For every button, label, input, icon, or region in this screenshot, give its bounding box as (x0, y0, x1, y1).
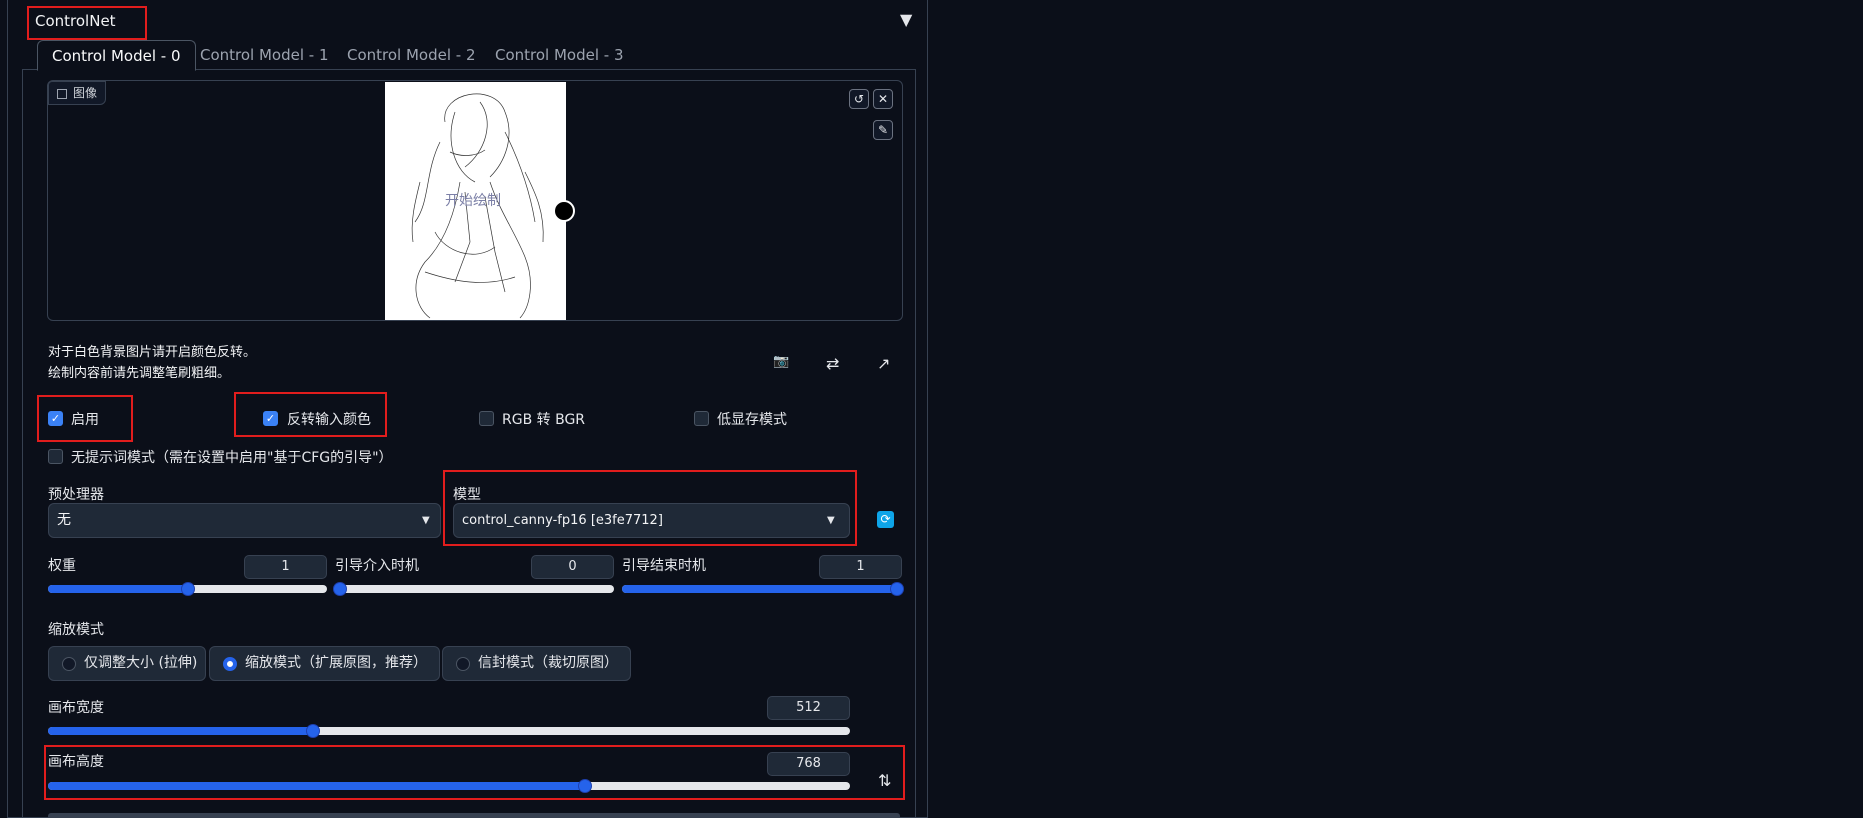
radio-dot-selected (223, 657, 237, 671)
preprocessor-label: 预处理器 (48, 487, 104, 503)
resize-handle[interactable] (553, 200, 575, 222)
guess-mode-label: 无提示词模式（需在设置中启用"基于CFG的引导"） (71, 450, 393, 466)
canvas-height-label: 画布高度 (48, 754, 104, 770)
invert-label: 反转输入颜色 (287, 412, 371, 428)
brush-button[interactable]: ✎ (873, 120, 893, 140)
enable-label: 启用 (71, 412, 99, 428)
enable-checkbox[interactable]: ✓ (48, 411, 63, 426)
guidance-end-input[interactable]: 1 (819, 555, 902, 579)
image-icon (57, 88, 67, 99)
low-vram-label: 低显存模式 (717, 412, 787, 428)
resize-option-crop[interactable]: 信封模式（裁切原图） (442, 646, 631, 681)
refresh-icon[interactable]: ⟳ (877, 511, 894, 528)
swap-icon[interactable]: ⇄ (826, 354, 839, 373)
resize-option-extend[interactable]: 缩放模式（扩展原图，推荐） (209, 646, 440, 681)
model-value: control_canny-fp16 [e3fe7712] (462, 513, 663, 528)
radio-dot (62, 657, 76, 671)
swap-dimensions-icon[interactable]: ⇅ (878, 771, 891, 790)
guidance-end-fill (622, 585, 902, 593)
weight-input[interactable]: 1 (244, 555, 327, 579)
rgb-bgr-checkbox[interactable] (479, 411, 494, 426)
tab-control-model-3[interactable]: Control Model - 3 (481, 41, 638, 71)
resize-option-label: 信封模式（裁切原图） (478, 655, 618, 671)
send-icon[interactable]: ↗ (877, 354, 890, 373)
collapse-icon[interactable]: ▼ (900, 10, 912, 29)
invert-checkbox[interactable]: ✓ (263, 411, 278, 426)
chevron-down-icon: ▼ (827, 515, 835, 526)
guidance-end-thumb[interactable] (890, 582, 904, 596)
guess-mode-checkbox[interactable] (48, 449, 63, 464)
undo-button[interactable]: ↺ (849, 89, 869, 109)
guidance-start-label: 引导介入时机 (335, 558, 419, 574)
canvas-width-label: 画布宽度 (48, 700, 104, 716)
tab-control-model-1[interactable]: Control Model - 1 (186, 41, 343, 71)
canvas-width-fill (48, 727, 313, 735)
resize-option-label: 缩放模式（扩展原图，推荐） (245, 655, 427, 671)
model-select[interactable]: control_canny-fp16 [e3fe7712] (453, 503, 850, 538)
radio-dot (456, 657, 470, 671)
camera-icon[interactable]: 📷 (773, 354, 789, 369)
model-label: 模型 (453, 487, 481, 503)
guidance-start-input[interactable]: 0 (531, 555, 614, 579)
preprocessor-value: 无 (57, 512, 71, 528)
image-label: 图像 (48, 81, 107, 105)
low-vram-checkbox[interactable] (694, 411, 709, 426)
guidance-start-thumb[interactable] (333, 582, 347, 596)
resize-option-label: 仅调整大小 (拉伸) (84, 655, 198, 671)
weight-label: 权重 (48, 558, 76, 574)
hint-line-1: 对于白色背景图片请开启颜色反转。 (48, 345, 257, 360)
canvas-width-input[interactable]: 512 (767, 696, 850, 720)
next-section-edge (48, 813, 900, 818)
hint-line-2: 绘制内容前请先调整笔刷粗细。 (48, 366, 231, 381)
canvas-placeholder: 开始绘制 (445, 193, 501, 209)
image-label-text: 图像 (73, 86, 98, 100)
resize-mode-label: 缩放模式 (48, 622, 104, 638)
canvas-height-thumb[interactable] (578, 779, 592, 793)
weight-slider-fill (48, 585, 188, 593)
chevron-down-icon: ▼ (422, 515, 430, 526)
guidance-end-label: 引导结束时机 (622, 558, 706, 574)
weight-slider-thumb[interactable] (181, 582, 195, 596)
guidance-start-slider[interactable] (335, 585, 614, 593)
canvas-height-fill (48, 782, 585, 790)
panel-title: ControlNet (35, 12, 116, 30)
tab-control-model-0[interactable]: Control Model - 0 (37, 40, 196, 71)
rgb-bgr-label: RGB 转 BGR (502, 412, 586, 428)
canvas-height-input[interactable]: 768 (767, 752, 850, 776)
tab-control-model-2[interactable]: Control Model - 2 (333, 41, 490, 71)
canvas-width-thumb[interactable] (306, 724, 320, 738)
preprocessor-select[interactable]: 无 (48, 503, 441, 538)
resize-option-stretch[interactable]: 仅调整大小 (拉伸) (48, 646, 206, 681)
close-button[interactable]: ✕ (873, 89, 893, 109)
